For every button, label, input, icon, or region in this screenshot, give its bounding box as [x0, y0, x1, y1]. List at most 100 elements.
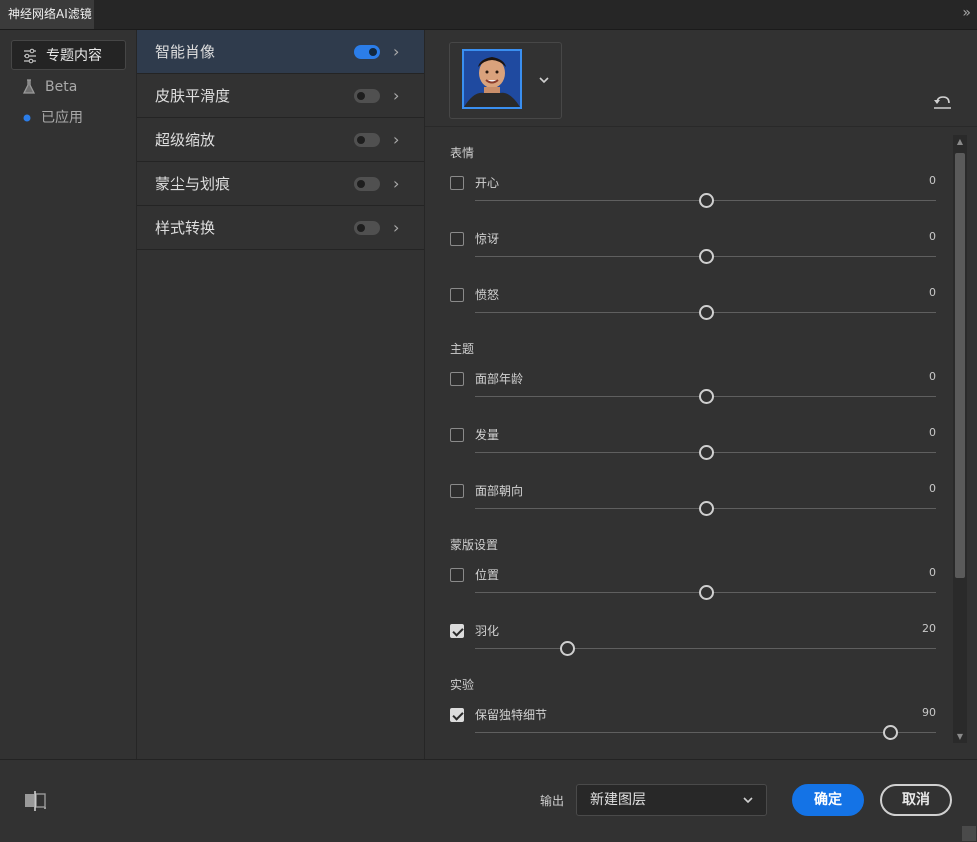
chevron-right-icon[interactable]: › [393, 118, 399, 162]
scroll-down-icon[interactable]: ▼ [953, 732, 967, 741]
slider-row-feather: 羽化 20 [450, 622, 936, 664]
slider-row-happy: 开心 0 [450, 174, 936, 216]
filter-toggle[interactable] [354, 177, 380, 191]
slider-handle[interactable] [882, 725, 898, 740]
toggle-knob [369, 48, 377, 56]
slider-label: 位置 [475, 568, 500, 582]
toggle-knob [357, 180, 365, 188]
filter-item-style-transfer[interactable]: 样式转换 › [137, 206, 424, 250]
category-label: Beta [45, 79, 78, 95]
filter-label: 超级缩放 [155, 131, 216, 149]
slider-handle[interactable] [698, 445, 714, 460]
enable-checkbox[interactable] [450, 708, 464, 722]
filter-list: 智能肖像 › 皮肤平滑度 › 超级缩放 › 蒙尘与划痕 › 样式转换 › [137, 30, 425, 759]
slider-label: 面部朝向 [475, 484, 524, 498]
enable-checkbox[interactable] [450, 372, 464, 386]
toggle-knob [357, 224, 365, 232]
slider-value: 0 [929, 426, 936, 439]
toggle-knob [357, 92, 365, 100]
enable-checkbox[interactable] [450, 484, 464, 498]
category-sidebar: 专题内容 Beta 已应用 [0, 30, 137, 759]
slider-handle[interactable] [698, 501, 714, 516]
enable-checkbox[interactable] [450, 568, 464, 582]
filter-item-smart-portrait[interactable]: 智能肖像 › [137, 30, 424, 74]
enable-checkbox[interactable] [450, 176, 464, 190]
category-label: 已应用 [41, 110, 83, 126]
slider-value: 20 [922, 622, 936, 635]
slider-row-anger: 愤怒 0 [450, 286, 936, 328]
slider-row-surprise: 惊讶 0 [450, 230, 936, 272]
cancel-button[interactable]: 取消 [880, 784, 952, 816]
before-after-compare-icon[interactable] [24, 791, 48, 815]
chevron-down-icon[interactable] [538, 71, 550, 90]
output-value: 新建图层 [590, 792, 646, 808]
filter-toggle[interactable] [354, 221, 380, 235]
filter-toggle[interactable] [354, 89, 380, 103]
output-select[interactable]: 新建图层 [576, 784, 767, 816]
slider-track[interactable] [475, 648, 936, 649]
dialog-footer: 输出 新建图层 确定 取消 [0, 759, 977, 842]
category-featured[interactable]: 专题内容 [11, 40, 126, 70]
ok-button[interactable]: 确定 [792, 784, 864, 816]
filter-label: 智能肖像 [155, 43, 216, 61]
filter-item-dust-scratches[interactable]: 蒙尘与划痕 › [137, 162, 424, 206]
scroll-up-icon[interactable]: ▲ [953, 137, 967, 146]
slider-handle[interactable] [560, 641, 576, 656]
slider-row-facial-age: 面部年龄 0 [450, 370, 936, 412]
section-title: 表情 [450, 146, 475, 160]
slider-value: 0 [929, 230, 936, 243]
slider-handle[interactable] [698, 585, 714, 600]
filter-item-super-zoom[interactable]: 超级缩放 › [137, 118, 424, 162]
slider-track[interactable] [475, 732, 936, 733]
chevron-right-icon[interactable]: › [393, 206, 399, 250]
section-title: 实验 [450, 678, 475, 692]
output-label: 输出 [540, 794, 565, 808]
filter-item-skin-smoothing[interactable]: 皮肤平滑度 › [137, 74, 424, 118]
slider-value: 0 [929, 370, 936, 383]
face-selector[interactable] [449, 42, 562, 119]
filter-label: 皮肤平滑度 [155, 87, 231, 105]
slider-handle[interactable] [698, 305, 714, 320]
slider-handle[interactable] [698, 193, 714, 208]
face-thumbnail[interactable] [462, 49, 522, 109]
slider-row-hair: 发量 0 [450, 426, 936, 468]
slider-label: 惊讶 [475, 232, 500, 246]
category-beta[interactable]: Beta [11, 72, 126, 102]
slider-value: 0 [929, 566, 936, 579]
chevron-right-icon[interactable]: › [393, 30, 399, 74]
flask-icon [21, 72, 37, 102]
slider-handle[interactable] [698, 389, 714, 404]
enable-checkbox[interactable] [450, 428, 464, 442]
slider-label: 羽化 [475, 624, 500, 638]
resize-grip[interactable] [962, 826, 976, 841]
scrollbar-thumb[interactable] [955, 153, 965, 578]
enable-checkbox[interactable] [450, 232, 464, 246]
enable-checkbox[interactable] [450, 288, 464, 302]
chevron-right-icon[interactable]: › [393, 162, 399, 206]
chevron-right-icon[interactable]: › [393, 74, 399, 118]
slider-handle[interactable] [698, 249, 714, 264]
slider-row-position: 位置 0 [450, 566, 936, 608]
enable-checkbox[interactable] [450, 624, 464, 638]
slider-label: 愤怒 [475, 288, 500, 302]
window-title-tab[interactable]: 神经网络AI滤镜 [0, 0, 94, 29]
filter-toggle[interactable] [354, 133, 380, 147]
section-title: 蒙版设置 [450, 538, 499, 552]
slider-value: 0 [929, 286, 936, 299]
parameters-panel: 表情 开心 0 惊讶 0 愤怒 0 主题 面部年龄 0 发量 0 面部朝向 0 … [425, 30, 977, 759]
filter-label: 样式转换 [155, 219, 216, 237]
section-title: 主题 [450, 342, 475, 356]
window-title: 神经网络AI滤镜 [8, 7, 92, 21]
filter-toggle[interactable] [354, 45, 380, 59]
sliders-icon [22, 41, 38, 71]
vertical-scrollbar[interactable]: ▲ ▼ [953, 135, 967, 743]
category-applied[interactable]: 已应用 [11, 103, 126, 133]
slider-label: 发量 [475, 428, 500, 442]
reset-icon[interactable] [933, 94, 953, 114]
toggle-knob [357, 136, 365, 144]
collapse-panel-icon[interactable]: » [962, 5, 971, 21]
title-bar: 神经网络AI滤镜 » [0, 0, 977, 30]
slider-row-head-direction: 面部朝向 0 [450, 482, 936, 524]
dot-icon [21, 103, 37, 133]
divider [425, 126, 977, 127]
